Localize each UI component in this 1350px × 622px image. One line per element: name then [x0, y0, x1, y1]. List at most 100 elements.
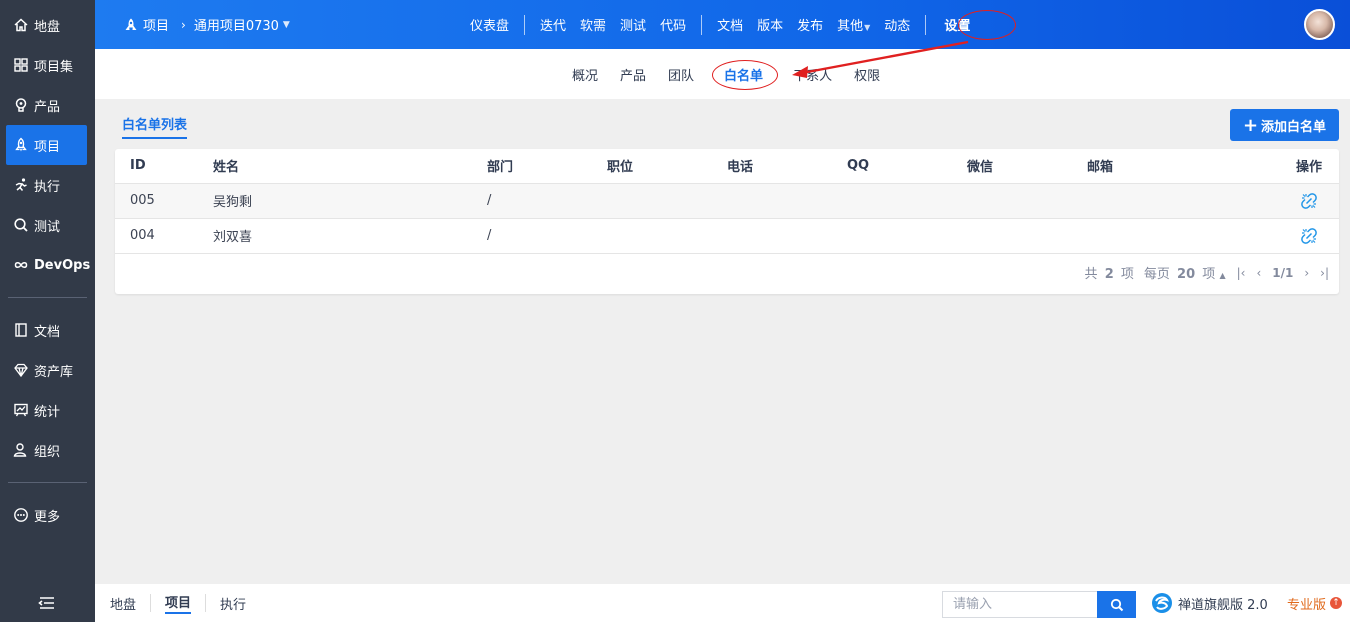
nav-qa[interactable]: 测试: [613, 15, 653, 34]
subnav-privilege[interactable]: 权限: [843, 65, 891, 84]
cell-id: 005: [115, 183, 213, 219]
collapse-menu-icon[interactable]: [38, 594, 56, 612]
pager-per-page-prefix: 每页: [1143, 267, 1170, 282]
search-icon: [1110, 598, 1123, 611]
subnav-view[interactable]: 概况: [561, 65, 609, 84]
settings-subnav: 概况 产品 团队 白名单 干系人 权限: [95, 49, 1350, 99]
nav-story[interactable]: 软需: [573, 15, 613, 34]
nav-other[interactable]: 其他▼: [830, 15, 877, 34]
sidebar-item-label: 更多: [34, 509, 61, 525]
top-header: 项目 › 通用项目0730 ▼ 仪表盘 迭代 软需 测试 代码 文档 版本 发布…: [95, 0, 1350, 49]
nav-divider: [524, 14, 526, 35]
brand[interactable]: 禅道旗舰版 2.0: [1151, 584, 1268, 622]
people-icon: [12, 441, 30, 459]
sidebar-item-doc[interactable]: 文档: [0, 310, 95, 350]
column-header-id[interactable]: ID: [115, 149, 213, 184]
magnifier-icon: [12, 216, 30, 234]
nav-code[interactable]: 代码: [653, 15, 693, 34]
subnav-whitelist[interactable]: 白名单: [713, 65, 774, 84]
sidebar-menu: 地盘 项目集 产品 项目 执行 测试 DevOps: [0, 0, 95, 285]
sidebar-item-program[interactable]: 项目集: [0, 45, 95, 85]
search-input[interactable]: [942, 591, 1097, 618]
grid-icon: [12, 56, 30, 74]
pro-edition-link[interactable]: 专业版 ↑: [1287, 584, 1342, 622]
nav-dashboard[interactable]: 仪表盘: [463, 15, 516, 34]
cell-phone: [727, 183, 847, 219]
whitelist-table: ID 姓名 部门 职位 电话 QQ 微信 邮箱 操作 005 吴狗剩 / 004…: [115, 149, 1339, 254]
pager-total-prefix: 共: [1084, 267, 1098, 282]
pager-total-count: 2: [1104, 267, 1114, 282]
cell-position: [607, 183, 727, 219]
cell-wechat: [967, 218, 1087, 254]
nav-build[interactable]: 版本: [750, 15, 790, 34]
main-nav: 仪表盘 迭代 软需 测试 代码 文档 版本 发布 其他▼ 动态 设置: [463, 0, 980, 49]
main-content: 白名单列表 + 添加白名单 ID 姓名 部门 职位 电话 QQ 微信 邮箱 操作: [95, 99, 1350, 584]
nav-release[interactable]: 发布: [790, 15, 830, 34]
cell-email: [1087, 183, 1279, 219]
footer-breadcrumb: 地盘 项目 执行: [110, 584, 246, 622]
column-header-dept[interactable]: 部门: [487, 149, 607, 184]
unlink-icon[interactable]: [1300, 227, 1318, 245]
sidebar-item-more[interactable]: 更多: [0, 495, 95, 535]
zentao-logo-icon: [1152, 593, 1172, 613]
subnav-items: 概况 产品 团队 白名单 干系人 权限: [561, 49, 891, 99]
run-icon: [12, 176, 30, 194]
sidebar-item-execution[interactable]: 执行: [0, 165, 95, 205]
column-header-position[interactable]: 职位: [607, 149, 727, 184]
caret-down-icon[interactable]: ▼: [283, 20, 290, 30]
sidebar-item-project[interactable]: 项目: [6, 125, 87, 165]
footer-crumb-execution[interactable]: 执行: [220, 594, 246, 613]
next-page-icon[interactable]: ›: [1304, 266, 1309, 280]
subnav-team[interactable]: 团队: [657, 65, 705, 84]
prev-page-icon[interactable]: ‹: [1256, 266, 1261, 280]
unlink-icon[interactable]: [1300, 192, 1318, 210]
column-header-name[interactable]: 姓名: [213, 149, 487, 184]
sidebar: 地盘 项目集 产品 项目 执行 测试 DevOps 文档 资产库 统计 组织 更…: [0, 0, 95, 622]
cell-phone: [727, 218, 847, 254]
sidebar-item-assetlib[interactable]: 资产库: [0, 350, 95, 390]
sidebar-item-label: DevOps: [34, 257, 91, 273]
sidebar-item-label: 组织: [34, 444, 61, 460]
sidebar-item-product[interactable]: 产品: [0, 85, 95, 125]
sidebar-item-report[interactable]: 统计: [0, 390, 95, 430]
add-whitelist-button[interactable]: + 添加白名单: [1230, 109, 1339, 141]
infinity-icon: [12, 256, 30, 274]
breadcrumb-module[interactable]: 项目: [143, 15, 169, 34]
avatar[interactable]: [1304, 9, 1335, 40]
project-switcher[interactable]: 通用项目0730: [194, 15, 279, 34]
chart-board-icon: [12, 401, 30, 419]
search-button[interactable]: [1097, 591, 1136, 618]
table-row: 005 吴狗剩 /: [115, 183, 1339, 219]
sidebar-item-qa[interactable]: 测试: [0, 205, 95, 245]
footer-crumb-dashboard[interactable]: 地盘: [110, 594, 136, 613]
footer-divider: [205, 594, 207, 612]
footer-divider: [150, 594, 152, 612]
column-header-wechat[interactable]: 微信: [967, 149, 1087, 184]
sidebar-item-label: 项目集: [34, 59, 74, 75]
nav-doc[interactable]: 文档: [710, 15, 750, 34]
footer-crumb-project[interactable]: 项目: [165, 592, 192, 614]
subnav-products[interactable]: 产品: [609, 65, 657, 84]
cell-qq: [847, 183, 967, 219]
whitelist-tab[interactable]: 白名单列表: [122, 114, 188, 139]
first-page-icon[interactable]: |‹: [1237, 266, 1246, 280]
column-header-phone[interactable]: 电话: [727, 149, 847, 184]
cell-dept: /: [487, 183, 607, 219]
subnav-stakeholder[interactable]: 干系人: [782, 65, 843, 84]
nav-settings[interactable]: 设置: [934, 15, 980, 34]
footer-bar: 地盘 项目 执行 禅道旗舰版 2.0 专业版 ↑: [95, 584, 1350, 622]
column-header-email[interactable]: 邮箱: [1087, 149, 1279, 184]
caret-down-icon: ▼: [864, 23, 871, 32]
column-header-qq[interactable]: QQ: [847, 149, 967, 184]
pager-per-page[interactable]: 每页 20 项 ▲: [1144, 263, 1226, 282]
sidebar-item-devops[interactable]: DevOps: [0, 245, 95, 285]
last-page-icon[interactable]: ›|: [1320, 266, 1329, 280]
nav-iteration[interactable]: 迭代: [533, 15, 573, 34]
nav-divider: [701, 14, 703, 35]
sidebar-item-company[interactable]: 组织: [0, 430, 95, 470]
cell-actions: [1279, 183, 1339, 219]
cell-actions: [1279, 218, 1339, 254]
nav-dynamic[interactable]: 动态: [877, 15, 917, 34]
sidebar-item-dashboard[interactable]: 地盘: [0, 5, 95, 45]
table-row: 004 刘双喜 /: [115, 218, 1339, 254]
